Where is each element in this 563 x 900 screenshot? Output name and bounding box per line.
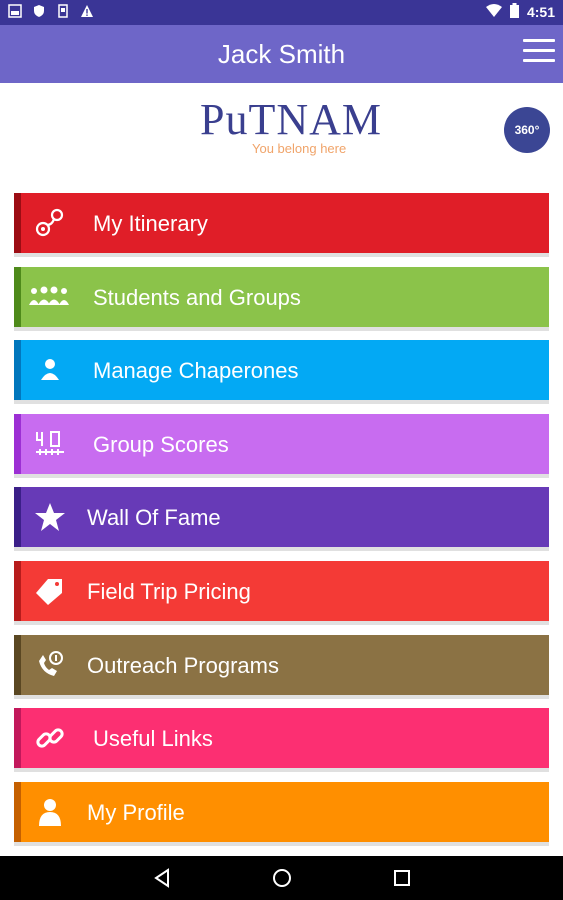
menu-item-field-trip-pricing[interactable]: Field Trip Pricing (14, 560, 549, 621)
phone-dollar-icon (34, 649, 66, 681)
menu-item-label: My Profile (87, 799, 185, 825)
menu-item-my-itinerary[interactable]: My Itinerary (14, 193, 549, 253)
menu-item-label: Useful Links (93, 726, 213, 752)
menu-item-label: Students and Groups (93, 284, 301, 310)
menu-item-useful-links[interactable]: Useful Links (14, 708, 549, 769)
status-time: 4:51 (526, 4, 555, 20)
menu-item-students-and-groups[interactable]: Students and Groups (14, 266, 549, 327)
logo-area: PuTNAM You belong here 360° (0, 83, 563, 183)
hamburger-menu-icon[interactable] (523, 39, 555, 67)
menu-item-accent-strip (14, 560, 21, 621)
students-groups-icon (26, 281, 72, 313)
menu-item-accent-strip (14, 413, 21, 474)
menu-item-my-profile[interactable]: My Profile (14, 781, 549, 842)
battery-icon (509, 3, 519, 21)
itinerary-icon (34, 207, 66, 239)
menu-item-label: Manage Chaperones (93, 358, 299, 384)
warning-notification-icon (80, 4, 94, 18)
home-icon[interactable] (270, 866, 294, 890)
star-icon (34, 501, 66, 533)
menu-item-accent-strip (14, 708, 21, 769)
menu-item-accent-strip (14, 340, 21, 401)
profile-icon (34, 796, 66, 828)
device-notification-icon (56, 4, 70, 18)
scores-icon (34, 428, 66, 460)
shield-notification-icon (32, 4, 46, 18)
putnam-logo: PuTNAM You belong here (200, 95, 383, 156)
360-badge-label: 360° (514, 123, 540, 137)
menu-item-accent-strip (14, 193, 21, 253)
menu-item-manage-chaperones[interactable]: Manage Chaperones (14, 340, 549, 401)
app-bar: Jack Smith (0, 25, 563, 83)
menu-item-label: Outreach Programs (87, 652, 279, 678)
menu-item-accent-strip (14, 634, 21, 695)
status-bar: 4:51 (0, 0, 563, 25)
recents-icon[interactable] (390, 866, 414, 890)
menu-item-accent-strip (14, 266, 21, 327)
menu-item-group-scores[interactable]: Group Scores (14, 413, 549, 474)
link-icon (34, 722, 66, 754)
chaperone-icon (34, 354, 66, 386)
360-view-icon[interactable]: 360° (504, 107, 550, 153)
menu-item-label: Field Trip Pricing (87, 578, 251, 604)
menu-item-accent-strip (14, 487, 21, 548)
wifi-icon (485, 3, 502, 21)
menu-item-outreach-programs[interactable]: Outreach Programs (14, 634, 549, 695)
menu-item-wall-of-fame[interactable]: Wall Of Fame (14, 487, 549, 548)
status-right: 4:51 (485, 3, 555, 21)
page-title: Jack Smith (217, 39, 346, 69)
menu-item-label: My Itinerary (93, 211, 208, 236)
system-nav-bar (0, 856, 563, 900)
price-tag-icon (34, 575, 66, 607)
menu-item-accent-strip (14, 781, 21, 842)
main-menu: My Itinerary Students and Groups Manage Ch… (14, 193, 549, 855)
logo-brand-text: PuTNAM (200, 95, 383, 144)
back-icon[interactable] (150, 866, 174, 890)
menu-item-label: Group Scores (93, 431, 229, 457)
image-notification-icon (8, 4, 22, 18)
menu-item-label: Wall Of Fame (87, 505, 221, 531)
notification-icons (8, 4, 94, 18)
